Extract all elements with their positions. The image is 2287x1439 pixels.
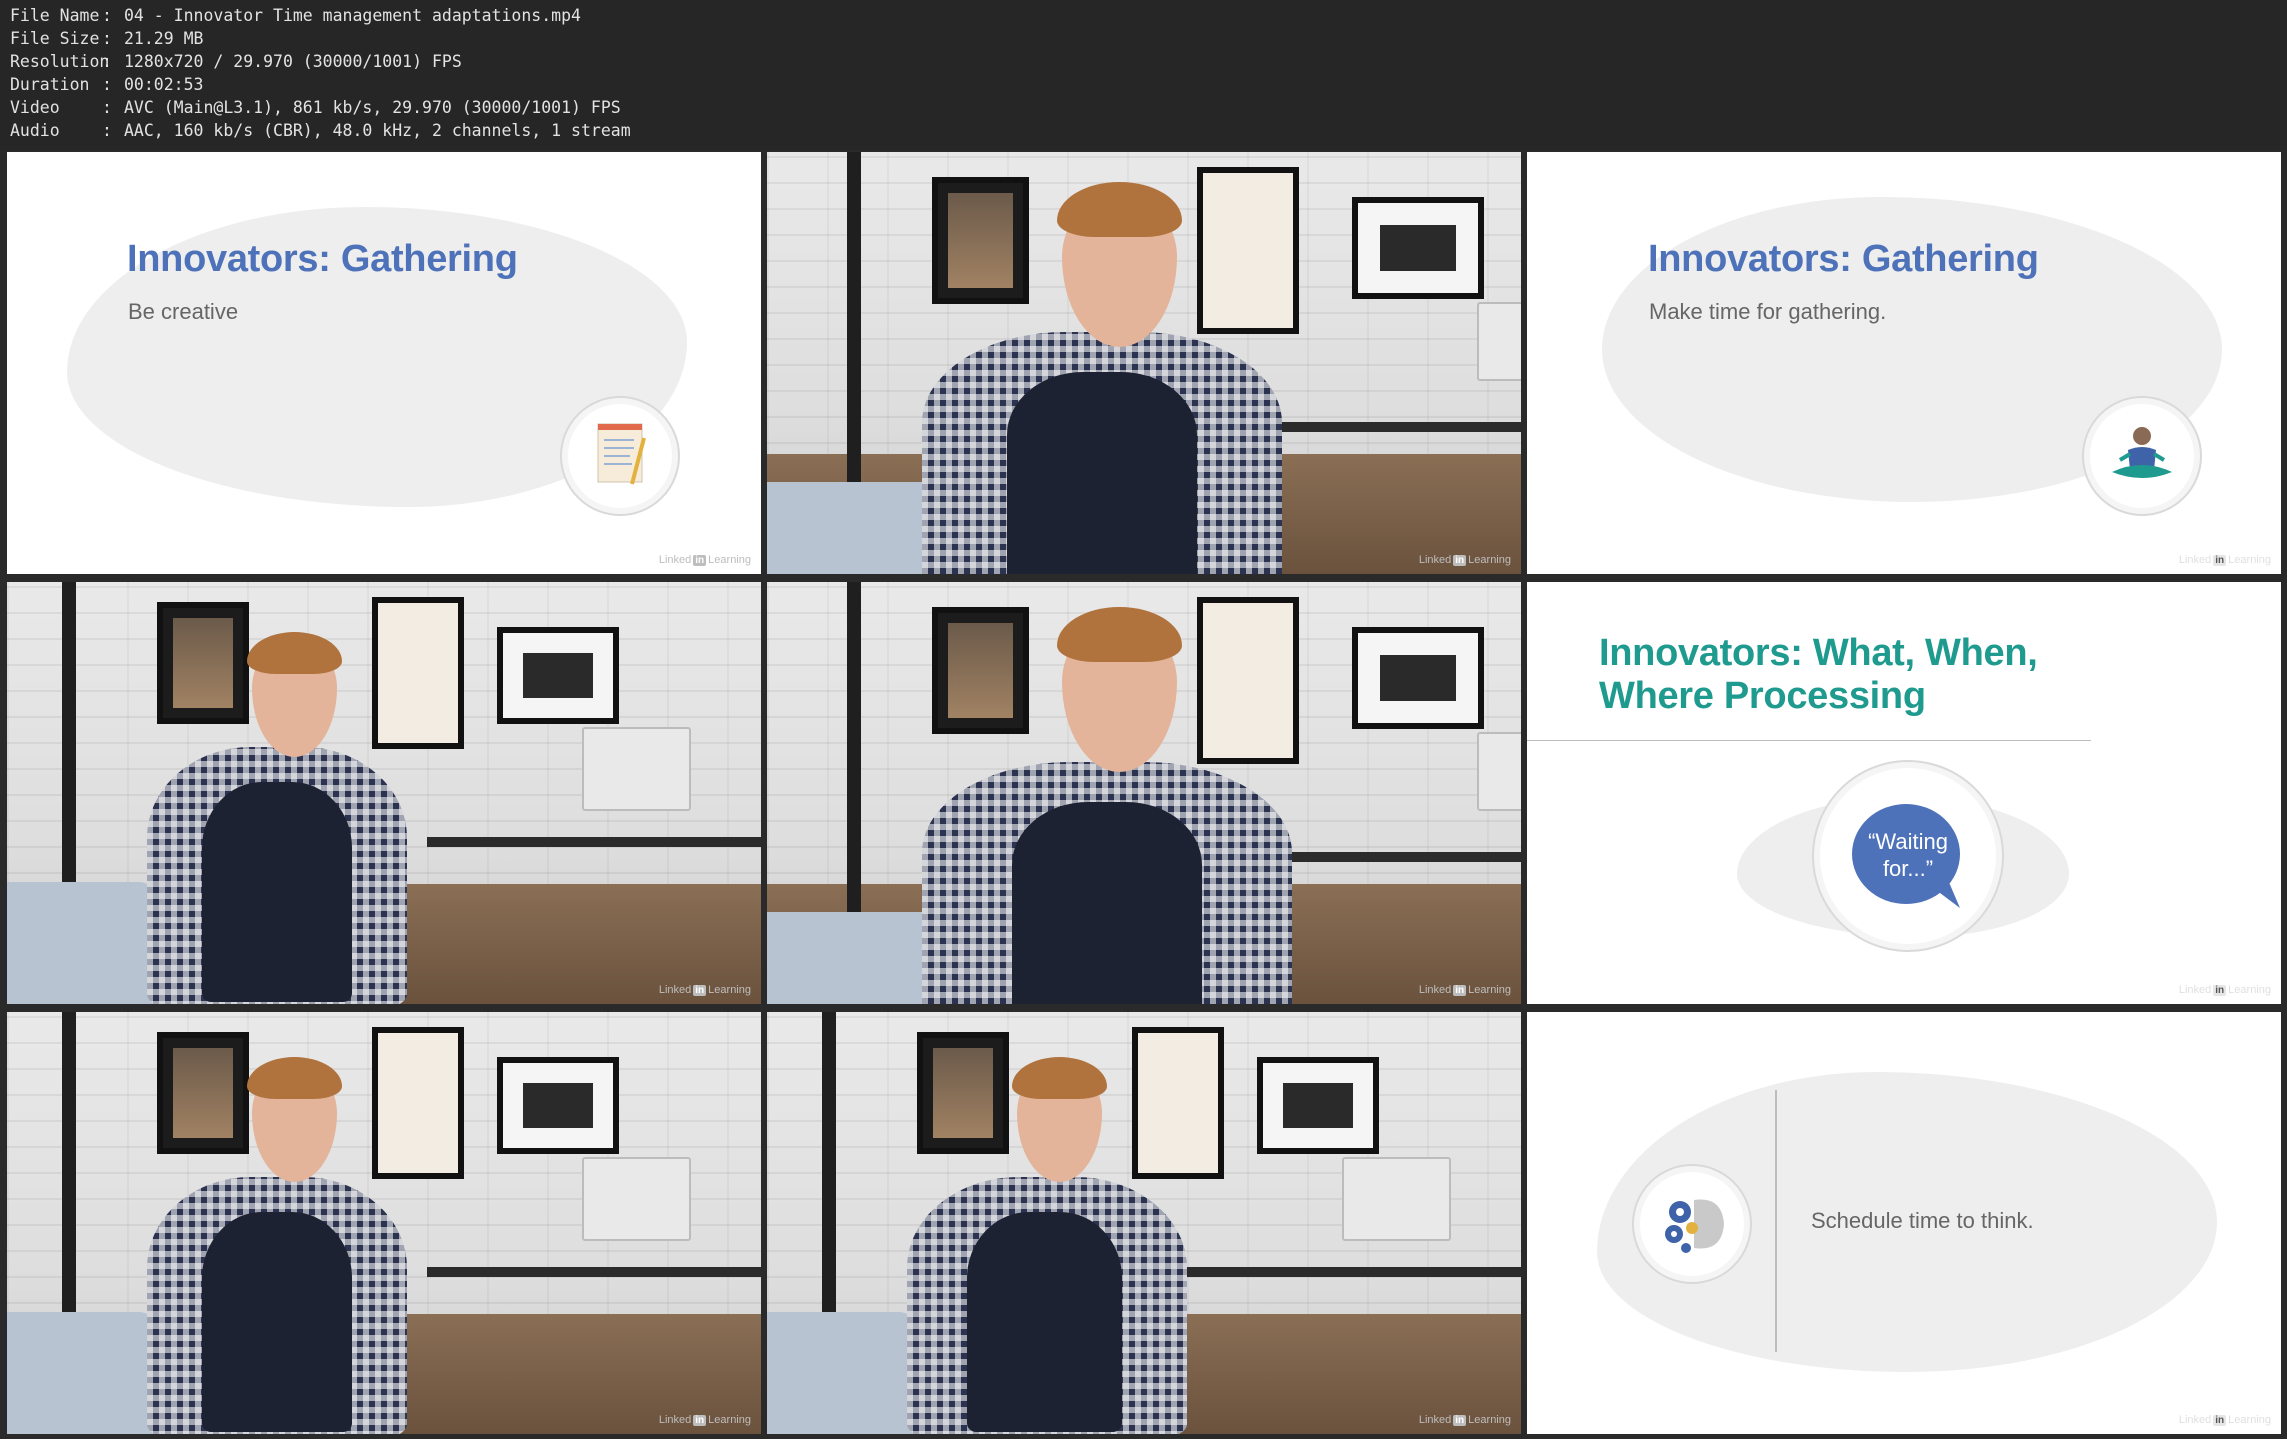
gears-brain-icon <box>1665 1199 1724 1253</box>
slide-title: Innovators: Gathering <box>127 238 518 280</box>
thumbnail-slide-be-creative[interactable]: Innovators: Gathering Be creative Linked… <box>7 152 761 574</box>
picture-frame <box>157 602 249 724</box>
linkedin-learning-watermark: Linked in Learning <box>658 1414 751 1426</box>
info-value: AAC, 160 kb/s (CBR), 48.0 kHz, 2 channel… <box>124 121 631 140</box>
couch <box>767 1312 917 1434</box>
info-separator: : <box>102 98 112 117</box>
vest <box>1007 372 1197 574</box>
linkedin-learning-watermark: Linked in Learning <box>1418 554 1511 566</box>
picture-frame <box>932 607 1029 734</box>
picture-frame <box>1352 627 1484 729</box>
monitor <box>1477 302 1521 381</box>
picture-frame <box>932 177 1029 304</box>
info-value: 1280x720 / 29.970 (30000/1001) FPS <box>124 52 462 71</box>
thumbnail-video-frame-4[interactable]: Linked in Learning <box>7 1012 761 1434</box>
thumbnail-video-frame-1[interactable]: Linked in Learning <box>767 152 1521 574</box>
thumbnail-slide-make-time[interactable]: Innovators: Gathering Make time for gath… <box>1527 152 2281 574</box>
slide-subtitle: Be creative <box>128 299 239 324</box>
notepad-icon <box>597 423 646 485</box>
info-separator: : <box>102 121 112 140</box>
desk <box>427 837 761 847</box>
monitor <box>1477 732 1521 811</box>
bubble-text: “Waiting for...” <box>1814 828 2002 882</box>
file-info-panel: File Name:04 - Innovator Time management… <box>0 0 2287 150</box>
info-separator: : <box>102 52 112 71</box>
slide-title-line1: Innovators: What, When, <box>1599 632 2038 674</box>
picture-frame <box>372 1027 464 1179</box>
linkedin-learning-watermark: Linked in Learning <box>2178 984 2271 996</box>
thumbnail-video-frame-2[interactable]: Linked in Learning <box>7 582 761 1004</box>
info-row-file-name: File Name:04 - Innovator Time management… <box>10 4 581 27</box>
info-key: File Size <box>10 29 100 48</box>
info-key: File Name <box>10 6 100 25</box>
picture-frame <box>1132 1027 1224 1179</box>
linkedin-learning-watermark: Linked in Learning <box>1418 984 1511 996</box>
vest <box>1012 802 1202 1004</box>
thumbnail-slide-processing[interactable]: Innovators: What, When, Where Processing… <box>1527 582 2281 1004</box>
slide-title-line2: Where Processing <box>1599 675 1926 717</box>
vest <box>202 782 352 1002</box>
desk <box>1187 1267 1521 1277</box>
picture-frame <box>1197 597 1299 764</box>
monitor <box>582 1157 691 1241</box>
meditation-icon-circle <box>2082 396 2202 516</box>
picture-frame <box>157 1032 249 1154</box>
thumbnail-grid: Innovators: Gathering Be creative Linked… <box>0 150 2287 1439</box>
couch <box>767 482 947 574</box>
linkedin-learning-watermark: Linked in Learning <box>2178 554 2271 566</box>
vest <box>967 1212 1122 1432</box>
couch <box>7 1312 157 1434</box>
linkedin-learning-watermark: Linked in Learning <box>658 554 751 566</box>
picture-frame <box>1352 197 1484 299</box>
info-row-duration: Duration:00:02:53 <box>10 73 203 96</box>
info-row-file-size: File Size:21.29 MB <box>10 27 203 50</box>
info-value: 00:02:53 <box>124 75 204 94</box>
slide-subtitle: Schedule time to think. <box>1811 1208 2034 1233</box>
title-divider <box>1527 740 2091 741</box>
info-separator: : <box>102 29 112 48</box>
notepad-icon-circle <box>560 396 680 516</box>
bubble-line2: for...” <box>1882 856 1934 881</box>
bubble-line1: “Waiting <box>1868 829 1948 854</box>
info-key: Audio <box>10 121 60 140</box>
info-key: Video <box>10 98 60 117</box>
slide-title: Innovators: Gathering <box>1648 238 2039 280</box>
info-key: Resolution <box>10 52 110 71</box>
thumbnail-video-frame-3[interactable]: Linked in Learning <box>767 582 1521 1004</box>
couch <box>767 912 947 1004</box>
vertical-divider <box>1775 1090 1777 1352</box>
monitor <box>1342 1157 1451 1241</box>
linkedin-learning-watermark: Linked in Learning <box>2178 1414 2271 1426</box>
picture-frame <box>372 597 464 749</box>
linkedin-learning-watermark: Linked in Learning <box>1418 1414 1511 1426</box>
info-value: 04 - Innovator Time management adaptatio… <box>124 6 581 25</box>
info-row-video: Video: AVC (Main@L3.1), 861 kb/s, 29.970 … <box>10 96 621 119</box>
info-separator: : <box>102 75 112 94</box>
info-value: AVC (Main@L3.1), 861 kb/s, 29.970 (30000… <box>124 98 621 117</box>
picture-frame <box>917 1032 1009 1154</box>
info-value: 21.29 MB <box>124 29 204 48</box>
info-row-audio: Audio: AAC, 160 kb/s (CBR), 48.0 kHz, 2 c… <box>10 119 631 142</box>
info-row-resolution: Resolution: 1280x720 / 29.970 (30000/1001… <box>10 50 462 73</box>
info-key: Duration <box>10 75 90 94</box>
info-separator: : <box>102 6 112 25</box>
desk <box>1247 422 1521 432</box>
couch <box>7 882 157 1004</box>
meditation-icon <box>2112 427 2172 478</box>
desk <box>427 1267 761 1277</box>
thumbnail-video-frame-5[interactable]: Linked in Learning <box>767 1012 1521 1434</box>
linkedin-learning-watermark: Linked in Learning <box>658 984 751 996</box>
vest <box>202 1212 352 1432</box>
monitor <box>582 727 691 811</box>
picture-frame <box>497 1057 619 1154</box>
gears-brain-circle <box>1632 1164 1752 1284</box>
thumbnail-slide-schedule-think[interactable]: Schedule time to think. Linked in Learning <box>1527 1012 2281 1434</box>
speech-bubble-circle: “Waiting for...” <box>1812 760 2004 952</box>
picture-frame <box>497 627 619 724</box>
picture-frame <box>1197 167 1299 334</box>
picture-frame <box>1257 1057 1379 1154</box>
slide-subtitle: Make time for gathering. <box>1649 299 1887 324</box>
